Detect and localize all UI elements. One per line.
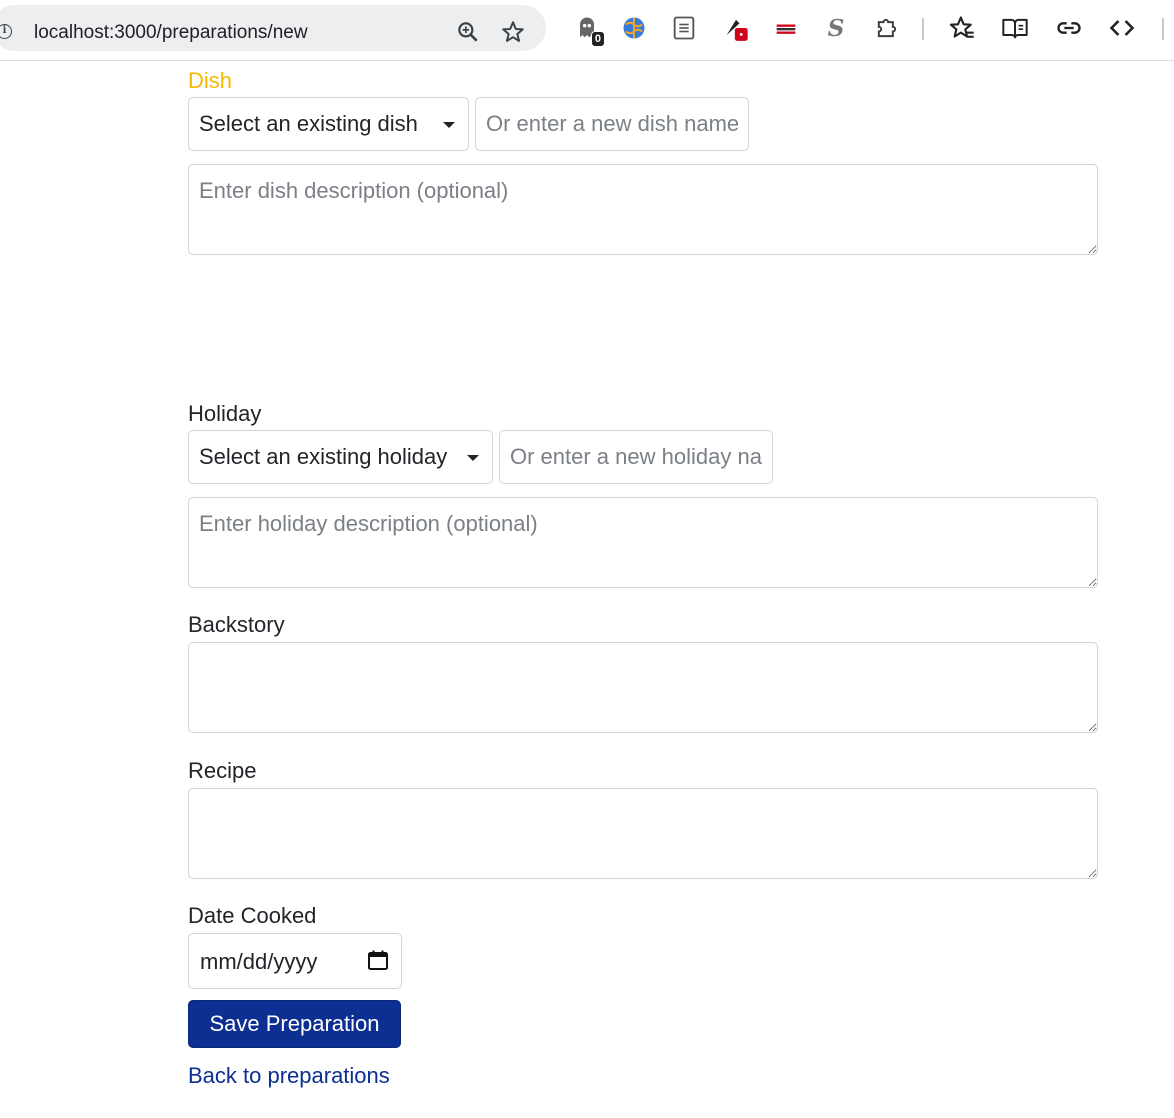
- recipe-label: Recipe: [188, 758, 257, 783]
- dish-label: Dish: [188, 68, 233, 93]
- dish-description-textarea[interactable]: [188, 164, 1098, 255]
- save-preparation-button[interactable]: Save Preparation: [188, 1000, 401, 1048]
- new-holiday-input[interactable]: [499, 430, 773, 484]
- dish-select-value: Select an existing dish: [199, 111, 418, 136]
- holiday-select-value: Select an existing holiday: [199, 444, 448, 469]
- flag-icon[interactable]: [772, 14, 800, 42]
- zoom-icon[interactable]: [455, 19, 481, 45]
- pen-tool-icon[interactable]: [722, 14, 750, 42]
- reading-list-icon[interactable]: [1001, 14, 1029, 42]
- back-to-preparations-link[interactable]: Back to preparations: [188, 1063, 390, 1089]
- reader-doc-icon[interactable]: [670, 14, 698, 42]
- backstory-label: Backstory: [188, 612, 285, 637]
- backstory-textarea[interactable]: [188, 642, 1098, 733]
- date-cooked-label: Date Cooked: [188, 903, 317, 928]
- link-icon[interactable]: [1055, 14, 1083, 42]
- address-bar[interactable]: i localhost:3000/preparations/new: [0, 5, 546, 51]
- holiday-label: Holiday: [188, 401, 262, 426]
- toolbar-separator: [922, 18, 924, 40]
- svg-text:S: S: [828, 14, 845, 42]
- star-list-icon[interactable]: [948, 14, 976, 42]
- date-placeholder: mm/dd/yyyy: [200, 949, 318, 974]
- dish-select[interactable]: Select an existing dish: [188, 97, 469, 151]
- holiday-description-textarea[interactable]: [188, 497, 1098, 588]
- browser-toolbar: i localhost:3000/preparations/new 0 S: [0, 0, 1174, 61]
- puzzle-icon[interactable]: [873, 14, 901, 42]
- s-icon[interactable]: S: [822, 14, 850, 42]
- date-cooked-input[interactable]: mm/dd/yyyy: [188, 933, 402, 989]
- code-icon[interactable]: [1108, 14, 1136, 42]
- ghostery-icon[interactable]: 0: [573, 14, 605, 47]
- extension-badge: 0: [590, 31, 605, 47]
- url-text[interactable]: localhost:3000/preparations/new: [34, 22, 308, 44]
- holiday-select[interactable]: Select an existing holiday: [188, 430, 493, 484]
- info-icon[interactable]: i: [0, 24, 12, 39]
- toolbar-edge: [1162, 18, 1164, 40]
- recipe-textarea[interactable]: [188, 788, 1098, 879]
- chevron-down-icon: [443, 122, 455, 128]
- globe-icon[interactable]: [620, 14, 648, 42]
- calendar-icon[interactable]: [367, 949, 389, 971]
- chevron-down-icon: [467, 455, 479, 461]
- bookmark-star-icon[interactable]: [500, 19, 526, 45]
- new-dish-input[interactable]: [475, 97, 749, 151]
